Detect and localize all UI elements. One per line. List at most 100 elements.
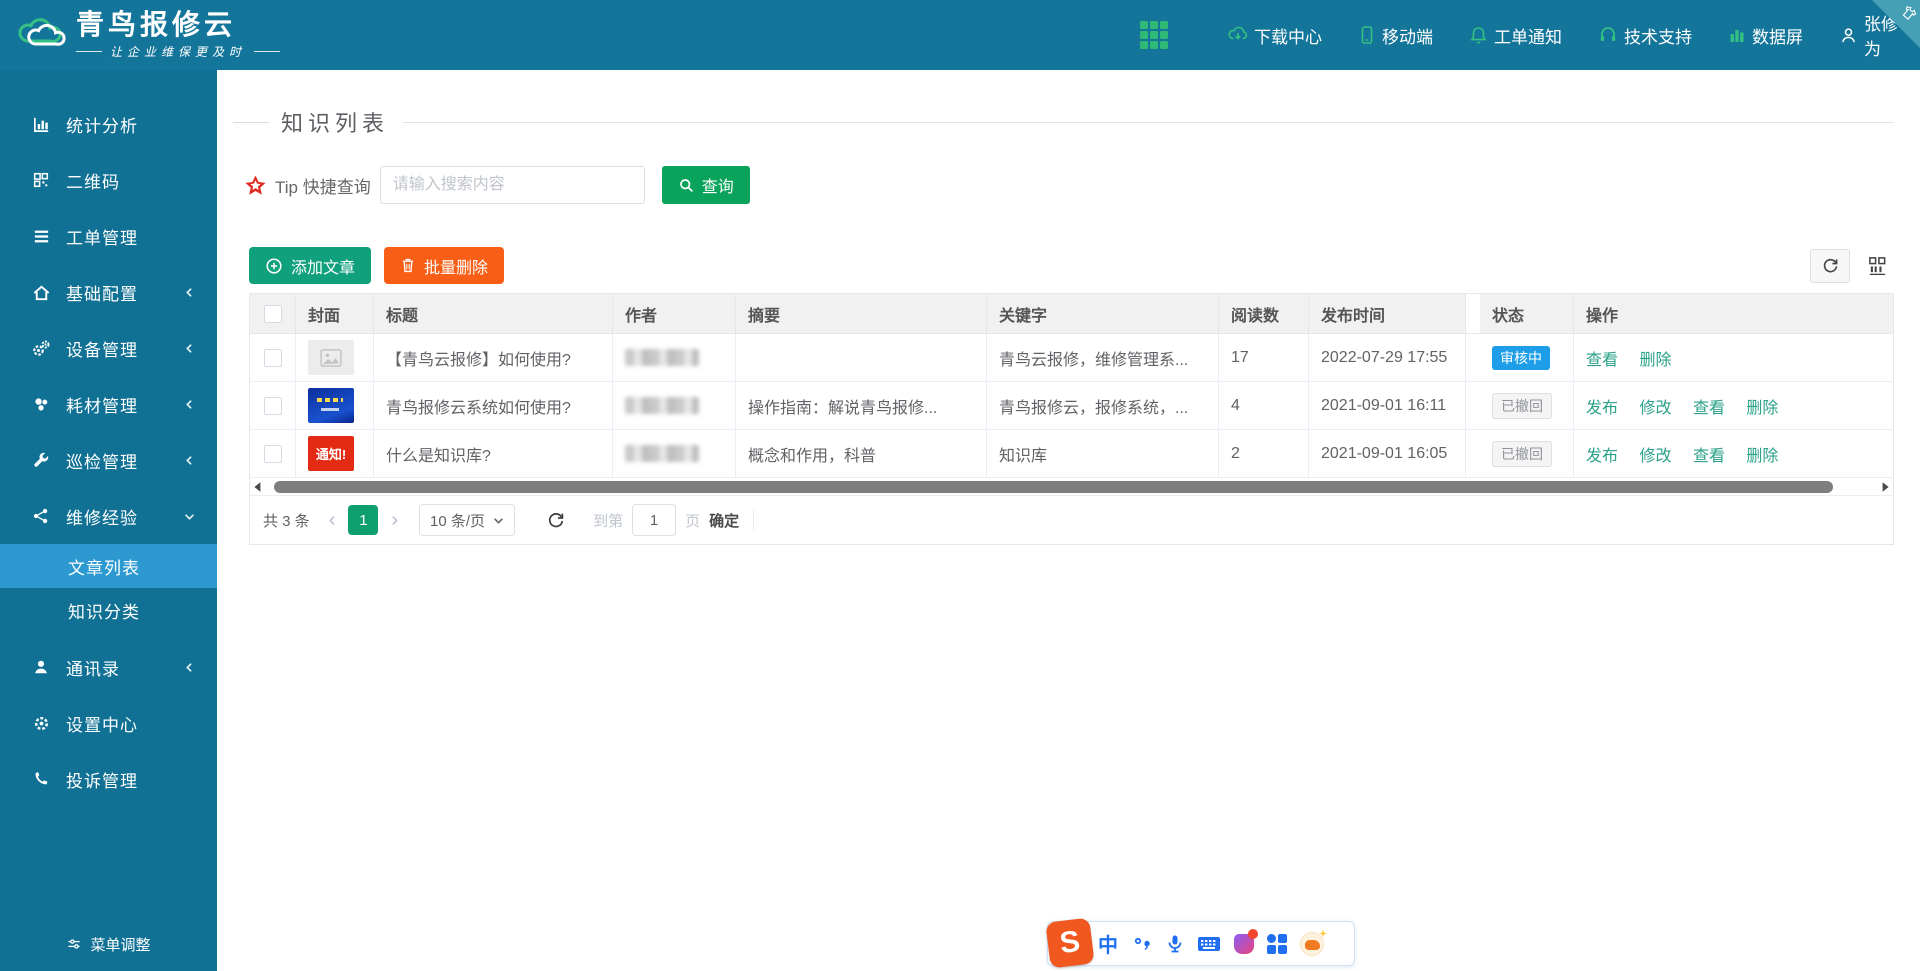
punctuation-icon[interactable] <box>1131 934 1153 954</box>
publish-time: 2021-09-01 16:11 <box>1309 382 1466 430</box>
keyboard-icon[interactable] <box>1197 935 1221 953</box>
row-checkbox[interactable] <box>264 445 282 463</box>
sidebar-subitem-article-list[interactable]: 文章列表 <box>0 544 217 588</box>
apps-grid-icon[interactable] <box>1140 21 1168 49</box>
publish-link[interactable]: 发布 <box>1586 400 1618 417</box>
scroll-right-arrow-icon[interactable] <box>1879 481 1891 493</box>
delete-link[interactable]: 删除 <box>1746 448 1778 465</box>
list-icon <box>30 227 52 246</box>
sidebar-item-devices[interactable]: 设备管理 <box>0 320 217 376</box>
qrcode-icon <box>30 171 52 189</box>
column-settings-button[interactable] <box>1860 249 1894 283</box>
goto-page-input[interactable] <box>632 504 676 536</box>
chevron-left-icon <box>184 343 195 354</box>
sidebar-item-contacts[interactable]: 通讯录 <box>0 639 217 695</box>
sidebar-item-consumables[interactable]: 耗材管理 <box>0 376 217 432</box>
cover-image <box>308 388 354 423</box>
edit-link[interactable]: 修改 <box>1639 400 1671 417</box>
nav-download-center[interactable]: 下载中心 <box>1228 23 1322 48</box>
menu-adjust[interactable]: 菜单调整 <box>0 927 217 961</box>
nav-notifications[interactable]: 工单通知 <box>1469 23 1562 48</box>
article-keywords: 青鸟报修云，报修系统，... <box>987 382 1219 430</box>
microphone-icon[interactable] <box>1166 934 1184 954</box>
bell-icon <box>1469 25 1488 45</box>
col-published: 发布时间 <box>1309 294 1466 334</box>
refresh-list-icon[interactable] <box>546 510 566 530</box>
chevron-down-icon <box>184 511 195 522</box>
status-badge: 已撤回 <box>1492 441 1552 467</box>
sidebar-item-base-config[interactable]: 基础配置 <box>0 264 217 320</box>
sidebar-item-complaints[interactable]: 投诉管理 <box>0 751 217 807</box>
search-icon <box>678 177 695 194</box>
search-input[interactable] <box>380 166 645 204</box>
publish-time: 2021-09-01 16:05 <box>1309 430 1466 478</box>
user-icon <box>1839 26 1858 45</box>
col-status: 状态 <box>1480 294 1574 334</box>
scrollbar-track[interactable] <box>268 481 1875 493</box>
goto-confirm-button[interactable]: 确定 <box>709 510 754 531</box>
edit-link[interactable]: 修改 <box>1639 448 1671 465</box>
goto-unit: 页 <box>685 510 700 531</box>
row-checkbox[interactable] <box>264 397 282 415</box>
article-title: 青鸟报修云系统如何使用? <box>374 382 613 430</box>
goto-label: 到第 <box>593 510 623 531</box>
skin-icon[interactable] <box>1234 934 1254 954</box>
search-button[interactable]: 查询 <box>662 166 750 204</box>
scrollbar-thumb[interactable] <box>274 481 1833 493</box>
sidebar-item-qrcode[interactable]: 二维码 <box>0 152 217 208</box>
refresh-table-button[interactable] <box>1810 249 1850 283</box>
horizontal-scrollbar <box>250 478 1893 496</box>
delete-link[interactable]: 删除 <box>1746 400 1778 417</box>
read-count: 4 <box>1219 382 1309 430</box>
refresh-icon <box>1821 256 1840 275</box>
plus-circle-icon <box>265 257 283 275</box>
col-actions: 操作 <box>1574 294 1893 334</box>
sliders-icon <box>66 936 82 952</box>
row-checkbox[interactable] <box>264 349 282 367</box>
page-title-row: 知识列表 <box>233 106 1894 138</box>
next-page-icon[interactable]: › <box>387 510 402 530</box>
article-summary: 概念和作用，科普 <box>736 430 987 478</box>
sidebar-item-inspection[interactable]: 巡检管理 <box>0 432 217 488</box>
page-number[interactable]: 1 <box>348 505 378 535</box>
stats-icon <box>30 115 52 134</box>
read-count: 2 <box>1219 430 1309 478</box>
chevron-down-icon <box>493 515 504 526</box>
pagination: 共 3 条 ‹ 1 › 10 条/页 到第 页 确定 <box>250 496 1893 544</box>
cover-placeholder <box>308 340 354 375</box>
select-all-checkbox[interactable] <box>264 305 282 323</box>
chevron-left-icon <box>184 455 195 466</box>
page-size-select[interactable]: 10 条/页 <box>419 504 515 536</box>
prev-page-icon[interactable]: ‹ <box>325 510 340 530</box>
sidebar-item-workorders[interactable]: 工单管理 <box>0 208 217 264</box>
home-icon <box>30 283 52 302</box>
sidebar-item-settings[interactable]: 设置中心 <box>0 695 217 751</box>
view-link[interactable]: 查看 <box>1586 352 1618 369</box>
read-count: 17 <box>1219 334 1309 382</box>
nav-mobile[interactable]: 移动端 <box>1358 23 1433 48</box>
add-article-button[interactable]: 添加文章 <box>249 247 371 284</box>
col-title: 标题 <box>374 294 613 334</box>
sogou-logo[interactable]: S <box>1045 917 1094 968</box>
view-link[interactable]: 查看 <box>1693 400 1725 417</box>
nav-data-screen[interactable]: 数据屏 <box>1728 23 1803 48</box>
sidebar-item-stats[interactable]: 统计分析 <box>0 96 217 152</box>
phone-icon <box>30 770 52 788</box>
trash-icon <box>400 257 416 274</box>
ime-language-mode[interactable]: 中 <box>1098 929 1118 958</box>
sidebar-item-repair-experience[interactable]: 维修经验 <box>0 488 217 544</box>
batch-delete-button[interactable]: 批量删除 <box>384 247 504 284</box>
wrench-icon <box>30 451 52 470</box>
main-content: 知识列表 Tip 快捷查询 查询 添加文章 批量删除 <box>217 70 1920 971</box>
brand-logo[interactable]: 青鸟报修云 让企业维保更及时 <box>0 0 400 70</box>
emoji-icon[interactable] <box>1300 932 1324 956</box>
sidebar-subitem-knowledge-category[interactable]: 知识分类 <box>0 588 217 632</box>
delete-link[interactable]: 删除 <box>1639 352 1671 369</box>
scroll-left-arrow-icon[interactable] <box>252 481 264 493</box>
knowledge-table: 封面 标题 作者 摘要 关键字 阅读数 发布时间 状态 操作 <box>249 293 1894 545</box>
publish-link[interactable]: 发布 <box>1586 448 1618 465</box>
view-link[interactable]: 查看 <box>1693 448 1725 465</box>
toolbox-grid-icon[interactable] <box>1267 934 1287 954</box>
share-icon <box>30 507 52 525</box>
nav-support[interactable]: 技术支持 <box>1598 23 1692 48</box>
